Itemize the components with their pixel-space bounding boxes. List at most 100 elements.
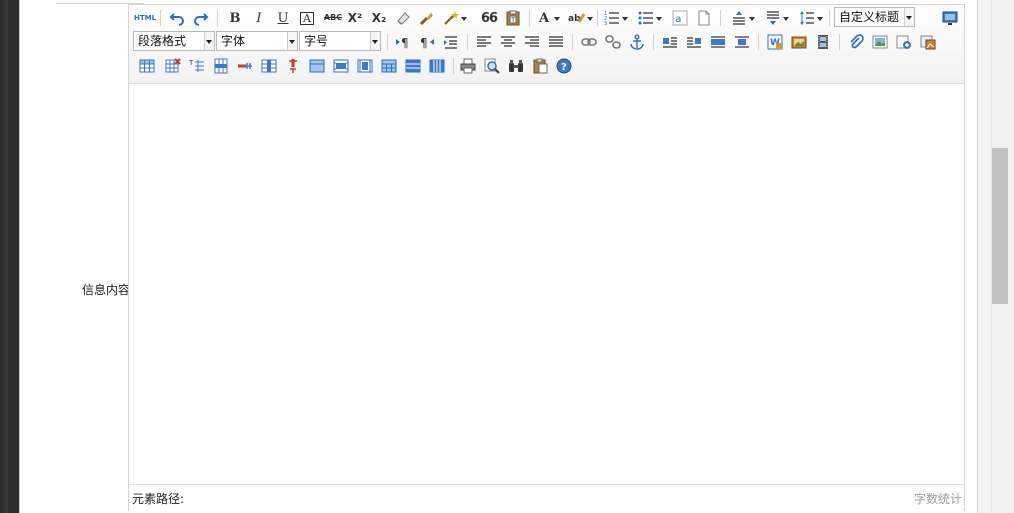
background-icon: [920, 35, 936, 50]
element-path-label: 元素路径:: [132, 492, 185, 506]
font-size-select[interactable]: 字号: [299, 31, 381, 51]
delete-column-button[interactable]: [283, 56, 303, 76]
delete-column-icon: [289, 59, 297, 73]
font-border-button[interactable]: A: [297, 8, 317, 28]
special-char-button[interactable]: a: [670, 8, 690, 28]
word-doc-icon: W: [767, 34, 783, 50]
merge-down-button[interactable]: [355, 56, 375, 76]
background-button[interactable]: [918, 32, 938, 52]
paste-plain-button[interactable]: T: [503, 8, 523, 28]
paragraph-format-select[interactable]: 段落格式: [133, 31, 215, 51]
print-preview-button[interactable]: [482, 56, 502, 76]
image-float-right-button[interactable]: [684, 32, 704, 52]
line-spacing-icon: [733, 11, 745, 25]
magnifier-icon: [484, 58, 500, 74]
chevron-down-icon: [204, 32, 214, 50]
link-button[interactable]: [579, 32, 599, 52]
ordered-list-button[interactable]: 123: [602, 8, 628, 28]
print-button[interactable]: [458, 56, 478, 76]
delete-row-icon: [238, 63, 252, 69]
insert-row-icon: [214, 58, 228, 74]
insert-image-button[interactable]: [789, 32, 809, 52]
image-manager-button[interactable]: [870, 32, 890, 52]
image-float-left-button[interactable]: [660, 32, 680, 52]
merge-right-icon: [333, 59, 349, 73]
preview-button[interactable]: [940, 8, 960, 28]
image-center-button[interactable]: [732, 32, 752, 52]
highlighter-icon: ab: [568, 13, 586, 24]
template-icon: [896, 35, 911, 49]
toolbar-separator: [839, 34, 840, 50]
split-cells-button[interactable]: [379, 56, 399, 76]
html-icon: HTML: [133, 14, 157, 22]
search-replace-button[interactable]: [506, 56, 526, 76]
unlink-button[interactable]: [603, 32, 623, 52]
indent-button[interactable]: [441, 32, 461, 52]
chevron-down-icon: [461, 17, 467, 21]
split-rows-button[interactable]: [403, 56, 423, 76]
merge-cells-button[interactable]: [307, 56, 327, 76]
draft-button[interactable]: [530, 56, 550, 76]
split-columns-button[interactable]: [427, 56, 447, 76]
scrollbar-thumb[interactable]: [992, 148, 1008, 304]
align-left-button[interactable]: [474, 32, 494, 52]
redo-button[interactable]: [191, 8, 211, 28]
insert-column-button[interactable]: [259, 56, 279, 76]
line-height-button[interactable]: [797, 8, 823, 28]
word-count-label: 字数统计: [913, 492, 962, 506]
split-columns-icon: [429, 59, 445, 73]
image-inline-button[interactable]: [708, 32, 728, 52]
anchor-icon: [630, 34, 644, 50]
italic-button[interactable]: I: [249, 8, 269, 28]
unordered-list-button[interactable]: [636, 8, 662, 28]
align-center-button[interactable]: [498, 32, 518, 52]
remove-format-button[interactable]: [393, 8, 413, 28]
editor-content-area[interactable]: [129, 84, 964, 484]
ltr-icon: ¶: [396, 36, 409, 50]
bold-button[interactable]: B: [225, 8, 245, 28]
numbered-list-icon: 123: [604, 11, 619, 26]
row-spacing-bottom-button[interactable]: [763, 8, 789, 28]
anchor-button[interactable]: [627, 32, 647, 52]
format-painter-button[interactable]: [417, 8, 437, 28]
page-break-button[interactable]: [694, 8, 714, 28]
indent-icon: [444, 36, 457, 49]
ltr-direction-button[interactable]: ¶: [393, 32, 413, 52]
insert-video-button[interactable]: [813, 32, 833, 52]
toolbar-separator: [572, 34, 573, 50]
svg-text:T: T: [510, 17, 515, 24]
merge-right-button[interactable]: [331, 56, 351, 76]
help-icon: ?: [556, 58, 572, 74]
svg-text:¶: ¶: [420, 36, 428, 50]
custom-title-select[interactable]: 自定义标题: [834, 7, 915, 27]
help-button[interactable]: ?: [554, 56, 574, 76]
superscript-icon: X²: [347, 11, 363, 25]
insert-table-button[interactable]: [137, 56, 157, 76]
insert-paragraph-before-table-button[interactable]: T: [187, 56, 207, 76]
background-color-button[interactable]: ab: [567, 8, 593, 28]
subscript-button[interactable]: X₂: [369, 8, 389, 28]
rtl-direction-button[interactable]: ¶: [417, 32, 437, 52]
word-image-button[interactable]: W: [765, 32, 785, 52]
undo-button[interactable]: [167, 8, 187, 28]
svg-text:?: ?: [561, 62, 567, 73]
align-justify-button[interactable]: [546, 32, 566, 52]
align-right-button[interactable]: [522, 32, 542, 52]
align-left-icon: [477, 36, 491, 47]
blockquote-button[interactable]: 66: [479, 8, 499, 28]
font-family-select[interactable]: 字体: [216, 31, 298, 51]
source-html-button[interactable]: HTML: [133, 8, 157, 28]
page-scrollbar[interactable]: [991, 0, 1014, 513]
template-button[interactable]: [894, 32, 914, 52]
auto-format-button[interactable]: [441, 8, 467, 28]
delete-table-button[interactable]: [163, 56, 183, 76]
underline-button[interactable]: U: [273, 8, 293, 28]
line-spacing-icon: [767, 11, 779, 25]
delete-row-button[interactable]: [235, 56, 255, 76]
insert-row-button[interactable]: [211, 56, 231, 76]
superscript-button[interactable]: X²: [345, 8, 365, 28]
row-spacing-top-button[interactable]: [729, 8, 755, 28]
attachment-button[interactable]: [846, 32, 866, 52]
font-color-button[interactable]: A: [534, 8, 560, 28]
strikethrough-button[interactable]: ABC: [321, 8, 345, 28]
